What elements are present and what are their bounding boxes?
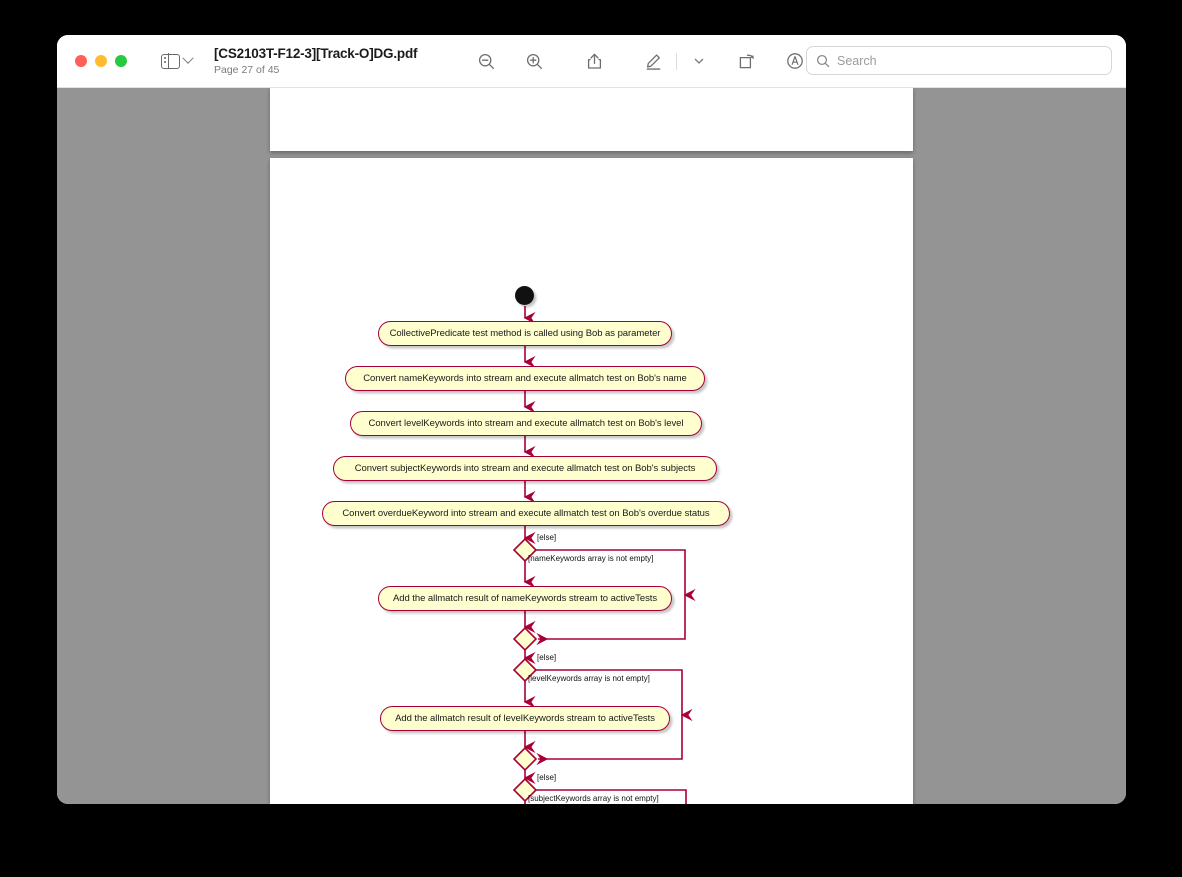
markup-options-button[interactable] [682, 46, 716, 76]
traffic-lights [75, 55, 127, 67]
zoom-in-icon [526, 53, 542, 69]
chevron-down-icon[interactable] [182, 52, 194, 64]
document-canvas[interactable]: CollectivePredicate test method is calle… [57, 88, 1126, 804]
share-button[interactable] [577, 46, 611, 76]
activity-diagram: CollectivePredicate test method is calle… [270, 158, 913, 804]
pdf-page-previous [270, 88, 913, 151]
guard-label-else: [else] [537, 653, 557, 662]
close-button[interactable] [75, 55, 87, 67]
document-title-block: [CS2103T-F12-3][Track-O]DG.pdf Page 27 o… [214, 46, 417, 76]
activity-node: Convert levelKeywords into stream and ex… [350, 411, 702, 436]
annotate-icon [787, 53, 804, 69]
guard-label-true: [subjectKeywords array is not empty] [528, 794, 659, 803]
chevron-down-icon [695, 58, 704, 64]
activity-node: CollectivePredicate test method is calle… [378, 321, 672, 346]
guard-label-else: [else] [537, 773, 557, 782]
maximize-button[interactable] [115, 55, 127, 67]
page-indicator: Page 27 of 45 [214, 63, 280, 76]
activity-node: Convert subjectKeywords into stream and … [333, 456, 717, 481]
guard-label-true: [nameKeywords array is not empty] [528, 554, 654, 563]
pen-icon [646, 54, 661, 70]
rotate-button[interactable] [730, 46, 764, 76]
sidebar-icon [161, 53, 180, 69]
search-field[interactable]: Search [806, 46, 1112, 75]
search-icon [816, 54, 830, 67]
activity-node: Add the allmatch result of levelKeywords… [380, 706, 670, 731]
preview-window: [CS2103T-F12-3][Track-O]DG.pdf Page 27 o… [57, 35, 1126, 804]
activity-node: Convert overdueKeyword into stream and e… [322, 501, 730, 526]
share-icon [587, 53, 601, 69]
window-toolbar: [CS2103T-F12-3][Track-O]DG.pdf Page 27 o… [57, 35, 1126, 88]
sidebar-toggle[interactable] [161, 52, 194, 69]
page-title: [CS2103T-F12-3][Track-O]DG.pdf [214, 46, 418, 62]
guard-label-true: [levelKeywords array is not empty] [528, 674, 650, 683]
zoom-out-button[interactable] [469, 46, 503, 76]
markup-button[interactable] [637, 46, 671, 76]
zoom-out-icon [478, 53, 494, 69]
minimize-button[interactable] [95, 55, 107, 67]
toolbar-divider [676, 52, 678, 70]
search-input[interactable]: Search [837, 54, 877, 68]
toolbar-buttons [469, 46, 812, 76]
activity-node: Convert nameKeywords into stream and exe… [345, 366, 705, 391]
zoom-in-button[interactable] [517, 46, 551, 76]
rotate-icon [740, 54, 755, 69]
activity-node: Add the allmatch result of nameKeywords … [378, 586, 672, 611]
guard-label-else: [else] [537, 533, 557, 542]
start-node [515, 286, 534, 305]
pdf-page-current: CollectivePredicate test method is calle… [270, 158, 913, 804]
